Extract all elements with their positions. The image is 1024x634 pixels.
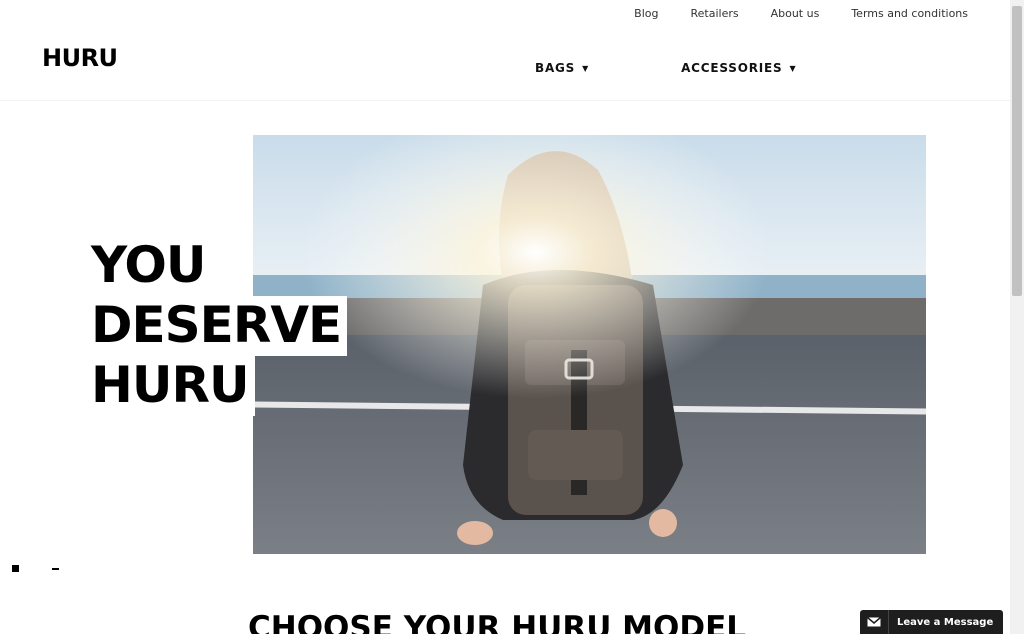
hero-photo-illustration — [253, 135, 926, 554]
hero-image — [253, 135, 926, 554]
header-divider — [0, 100, 1010, 101]
caret-down-icon: ▼ — [789, 63, 797, 73]
nav-label-bags: BAGS — [535, 61, 576, 75]
headline-line-1: YOU — [88, 236, 212, 296]
util-link-retailers[interactable]: Retailers — [690, 7, 738, 20]
scrollbar-thumb[interactable] — [1012, 6, 1022, 296]
slider-dots — [12, 565, 59, 572]
page: Blog Retailers About us Terms and condit… — [0, 0, 1010, 634]
slider-dot-1[interactable] — [12, 565, 19, 572]
chat-widget[interactable]: Leave a Message — [860, 610, 1003, 634]
slider-dot-2[interactable] — [52, 567, 59, 570]
nav-item-bags[interactable]: BAGS ▼ — [535, 61, 589, 75]
headline-line-3: HURU — [88, 356, 255, 416]
hero-headline: YOU DESERVE HURU — [88, 236, 348, 416]
utility-links: Blog Retailers About us Terms and condit… — [602, 7, 968, 20]
headline-line-2: DESERVE — [88, 296, 348, 356]
nav-label-accessories: ACCESSORIES — [681, 61, 783, 75]
util-link-about[interactable]: About us — [771, 7, 820, 20]
section-title: CHOOSE YOUR HURU MODEL — [248, 610, 747, 634]
util-link-blog[interactable]: Blog — [634, 7, 658, 20]
chat-label: Leave a Message — [897, 616, 994, 628]
nav-item-accessories[interactable]: ACCESSORIES ▼ — [681, 61, 796, 75]
util-link-terms[interactable]: Terms and conditions — [851, 7, 968, 20]
caret-down-icon: ▼ — [582, 63, 590, 73]
envelope-icon — [860, 610, 889, 634]
scrollbar[interactable] — [1010, 0, 1024, 634]
logo[interactable]: HURU — [42, 45, 118, 71]
main-nav: BAGS ▼ ACCESSORIES ▼ — [535, 61, 796, 75]
